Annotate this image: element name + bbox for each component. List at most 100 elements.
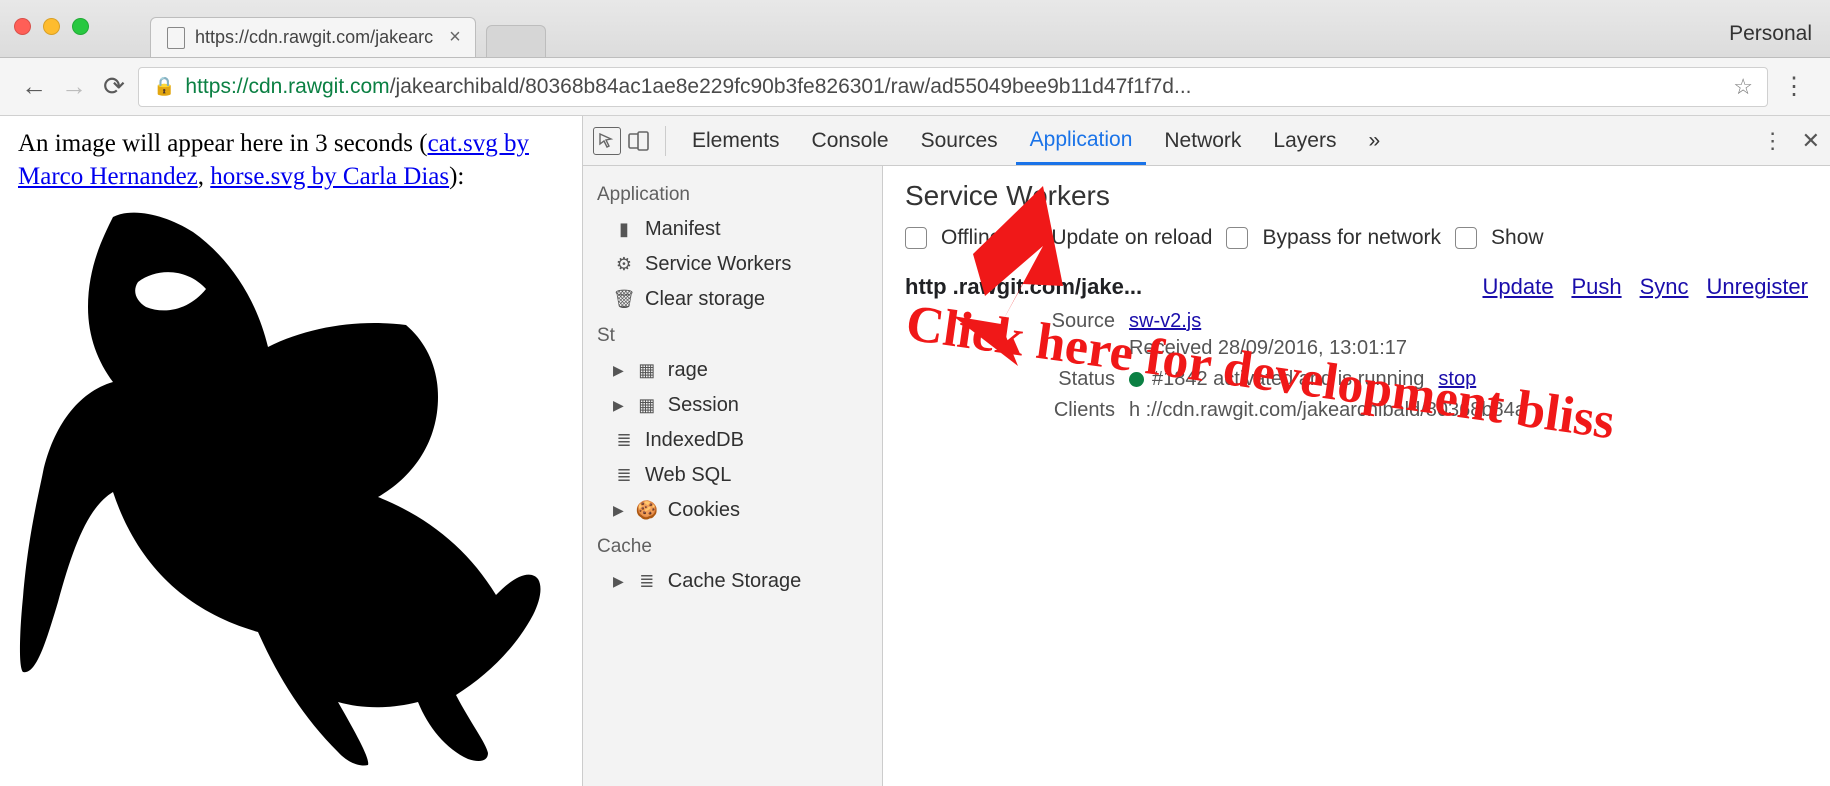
bookmark-star-icon[interactable]: ☆ — [1733, 74, 1753, 100]
link-unregister[interactable]: Unregister — [1707, 274, 1808, 300]
devtools: Elements Console Sources Application Net… — [582, 116, 1830, 786]
page-text-before: An image will appear here in 3 seconds ( — [18, 130, 428, 157]
devtools-tab-network[interactable]: Network — [1150, 119, 1255, 163]
devtools-tab-overflow[interactable]: » — [1354, 119, 1394, 163]
tab-close-icon[interactable]: × — [449, 26, 461, 49]
devtools-tab-sources[interactable]: Sources — [907, 119, 1012, 163]
link-horse-svg[interactable]: horse.svg by Carla Dias — [210, 163, 449, 190]
browser-tab-active[interactable]: https://cdn.rawgit.com/jakearc × — [150, 17, 476, 57]
sw-clients-row: Clients h ://cdn.rawgit.com/jakearchibal… — [1035, 399, 1808, 422]
link-source-file[interactable]: sw-v2.js — [1129, 310, 1201, 333]
sidebar-group-application: Application — [583, 176, 882, 212]
chrome-menu-button[interactable]: ⋮ — [1776, 72, 1812, 101]
browser-tab-ghost[interactable] — [486, 25, 546, 57]
file-icon: ▮ — [613, 219, 635, 240]
sidebar-item-indexeddb[interactable]: ≣IndexedDB — [583, 423, 882, 458]
device-toolbar-icon[interactable] — [625, 127, 653, 155]
minimize-window-button[interactable] — [43, 18, 60, 35]
url-path: /jakearchibald/80368b84ac1ae8e229fc90b3f… — [390, 75, 1192, 98]
database-icon: ≣ — [613, 465, 635, 486]
panel-title: Service Workers — [905, 180, 1808, 212]
close-window-button[interactable] — [14, 18, 31, 35]
label-source: Source — [1035, 310, 1115, 333]
sidebar-item-local-storage[interactable]: ▶▦rage — [583, 353, 882, 388]
checkbox-show-all[interactable] — [1455, 227, 1477, 249]
label-bypass: Bypass for network — [1262, 226, 1441, 250]
devtools-tab-application[interactable]: Application — [1016, 118, 1147, 165]
url-display: https://cdn.rawgit.com/jakearchibald/803… — [185, 75, 1191, 99]
sidebar-item-service-workers[interactable]: ⚙Service Workers — [583, 247, 882, 282]
lock-icon: 🔒 — [153, 76, 175, 97]
application-sidebar: Application ▮Manifest ⚙Service Workers 🗑… — [583, 166, 883, 786]
devtools-tab-elements[interactable]: Elements — [678, 119, 794, 163]
profile-label[interactable]: Personal — [1729, 22, 1812, 46]
devtools-menu-icon[interactable]: ⋮ — [1762, 128, 1784, 154]
traffic-lights — [14, 18, 89, 35]
link-sync[interactable]: Sync — [1640, 274, 1689, 300]
status-value: #1842 activated and is running — [1129, 368, 1424, 391]
link-push[interactable]: Push — [1571, 274, 1621, 300]
checkbox-update-on-reload[interactable]: ✓ — [1015, 227, 1037, 249]
back-button[interactable]: ← — [18, 71, 50, 102]
url-scheme: https — [185, 75, 231, 98]
devtools-body: Application ▮Manifest ⚙Service Workers 🗑… — [583, 166, 1830, 786]
label-offline: Offline — [941, 226, 1001, 250]
sidebar-item-cache-storage[interactable]: ▶≣Cache Storage — [583, 564, 882, 599]
sidebar-group-storage: St — [583, 317, 882, 353]
status-dot-icon — [1129, 372, 1144, 387]
sidebar-item-session-storage[interactable]: ▶▦Session — [583, 388, 882, 423]
expand-icon: ▶ — [613, 573, 624, 590]
sw-source-row: Source sw-v2.js — [1035, 310, 1808, 333]
page-text-after: ): — [449, 163, 464, 190]
sidebar-item-websql[interactable]: ≣Web SQL — [583, 458, 882, 493]
sw-origin: http .rawgit.com/jake... — [905, 274, 1142, 300]
checkbox-offline[interactable] — [905, 227, 927, 249]
file-icon — [167, 27, 185, 49]
database-icon: ≣ — [636, 571, 658, 592]
trash-icon: 🗑 — [613, 289, 635, 310]
gear-icon: ⚙ — [613, 254, 635, 275]
window-titlebar: https://cdn.rawgit.com/jakearc × Persona… — [0, 0, 1830, 58]
label-show: Show — [1491, 226, 1544, 250]
expand-icon: ▶ — [613, 362, 624, 379]
label-clients: Clients — [1035, 399, 1115, 422]
horse-image — [18, 197, 564, 777]
grid-icon: ▦ — [636, 395, 658, 416]
reload-button[interactable]: ⟳ — [98, 71, 130, 102]
text-clients: h ://cdn.rawgit.com/jakearchibald/80368b… — [1129, 399, 1526, 422]
sidebar-group-cache: Cache — [583, 528, 882, 564]
maximize-window-button[interactable] — [72, 18, 89, 35]
rendered-page: An image will appear here in 3 seconds (… — [0, 116, 582, 786]
label-update-on-reload: Update on reload — [1051, 226, 1212, 250]
link-stop[interactable]: stop — [1438, 368, 1476, 391]
content-area: An image will appear here in 3 seconds (… — [0, 116, 1830, 786]
sidebar-item-manifest[interactable]: ▮Manifest — [583, 212, 882, 247]
service-workers-panel: Service Workers Offline ✓ Update on relo… — [883, 166, 1830, 786]
expand-icon: ▶ — [613, 397, 624, 414]
database-icon: ≣ — [613, 430, 635, 451]
devtools-tab-layers[interactable]: Layers — [1259, 119, 1350, 163]
grid-icon: ▦ — [636, 360, 658, 381]
sidebar-item-cookies[interactable]: ▶🍪Cookies — [583, 493, 882, 528]
cookie-icon: 🍪 — [636, 500, 658, 521]
sw-received-row: Received 28/09/2016, 13:01:17 — [1035, 337, 1808, 360]
label-status: Status — [1035, 368, 1115, 391]
sw-status-row: Status #1842 activated and is running st… — [1035, 368, 1808, 391]
devtools-tab-console[interactable]: Console — [798, 119, 903, 163]
checkbox-bypass-for-network[interactable] — [1226, 227, 1248, 249]
browser-tabstrip: https://cdn.rawgit.com/jakearc × — [150, 0, 546, 57]
address-bar[interactable]: 🔒 https://cdn.rawgit.com/jakearchibald/8… — [138, 67, 1768, 107]
browser-toolbar: ← → ⟳ 🔒 https://cdn.rawgit.com/jakearchi… — [0, 58, 1830, 116]
devtools-tabs: Elements Console Sources Application Net… — [583, 116, 1830, 166]
url-host: ://cdn.rawgit.com — [231, 75, 390, 98]
page-sep: , — [198, 163, 211, 190]
annotation-overlay: Click here for development bliss — [883, 166, 1830, 786]
inspect-element-icon[interactable] — [593, 127, 621, 155]
devtools-close-icon[interactable]: ✕ — [1802, 128, 1820, 154]
sw-options-row: Offline ✓ Update on reload Bypass for ne… — [905, 226, 1808, 250]
forward-button: → — [58, 71, 90, 102]
tab-title: https://cdn.rawgit.com/jakearc — [195, 27, 433, 48]
expand-icon: ▶ — [613, 502, 624, 519]
sidebar-item-clear-storage[interactable]: 🗑Clear storage — [583, 282, 882, 317]
link-update[interactable]: Update — [1482, 274, 1553, 300]
